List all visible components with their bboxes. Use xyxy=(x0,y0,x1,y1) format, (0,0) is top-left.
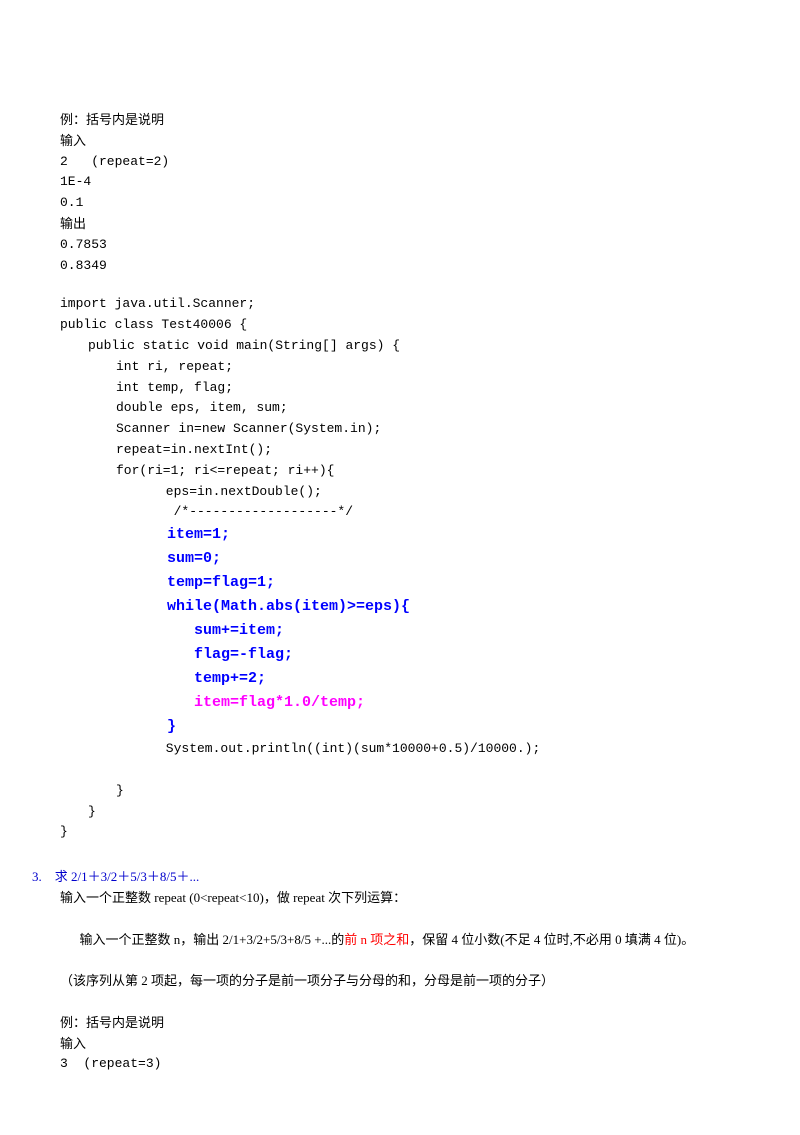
blank-line xyxy=(60,760,740,781)
text-line: 输入一个正整数 repeat (0<repeat<10)，做 repeat 次下… xyxy=(60,888,740,909)
code-line: while(Math.abs(item)>=eps){ xyxy=(60,595,740,619)
code-line: import java.util.Scanner; xyxy=(60,294,740,315)
code-line: eps=in.nextDouble(); xyxy=(60,482,740,503)
text-line: 输入 xyxy=(60,131,740,152)
text-line: 2 (repeat=2) xyxy=(60,152,740,173)
text-line: 0.1 xyxy=(60,193,740,214)
blank-line xyxy=(60,992,740,1013)
code-line: /*-------------------*/ xyxy=(60,502,740,523)
text-span: ，保留 4 位小数(不足 4 位时,不必用 0 填满 4 位)。 xyxy=(409,932,694,947)
text-line: 例：括号内是说明 xyxy=(60,1013,740,1034)
text-line: 0.8349 xyxy=(60,256,740,277)
text-line: 输入一个正整数 n，输出 2/1+3/2+5/3+8/5 +...的前 n 项之… xyxy=(60,909,740,971)
text-line: （该序列从第 2 项起，每一项的分子是前一项分子与分母的和，分母是前一项的分子） xyxy=(60,971,740,992)
code-line: item=flag*1.0/temp; xyxy=(60,691,740,715)
code-line: for(ri=1; ri<=repeat; ri++){ xyxy=(60,461,740,482)
text-line: 输出 xyxy=(60,214,740,235)
code-line: sum=0; xyxy=(60,547,740,571)
code-line: sum+=item; xyxy=(60,619,740,643)
code-line: item=1; xyxy=(60,523,740,547)
code-line: } xyxy=(60,802,740,823)
code-line: temp+=2; xyxy=(60,667,740,691)
code-line: } xyxy=(60,822,740,843)
text-line: 0.7853 xyxy=(60,235,740,256)
code-line: int ri, repeat; xyxy=(60,357,740,378)
section-title: 求 2/1＋3/2＋5/3＋8/5＋... xyxy=(55,869,199,884)
section-header: 3. 求 2/1＋3/2＋5/3＋8/5＋... xyxy=(32,867,740,888)
code-line: public static void main(String[] args) { xyxy=(60,336,740,357)
document-page: 例：括号内是说明 输入 2 (repeat=2) 1E-4 0.1 输出 0.7… xyxy=(0,0,800,1135)
section-number: 3. xyxy=(32,869,42,884)
text-red: 前 n 项之和 xyxy=(344,932,409,947)
code-line: System.out.println((int)(sum*10000+0.5)/… xyxy=(60,739,740,760)
text-line: 例：括号内是说明 xyxy=(60,110,740,131)
code-line: temp=flag=1; xyxy=(60,571,740,595)
example-block: 例：括号内是说明 输入 2 (repeat=2) 1E-4 0.1 输出 0.7… xyxy=(60,110,740,276)
code-line: int temp, flag; xyxy=(60,378,740,399)
text-line: 1E-4 xyxy=(60,172,740,193)
code-line: double eps, item, sum; xyxy=(60,398,740,419)
code-block: import java.util.Scanner; public class T… xyxy=(60,294,740,843)
code-line: flag=-flag; xyxy=(60,643,740,667)
code-line: repeat=in.nextInt(); xyxy=(60,440,740,461)
code-line: } xyxy=(60,715,740,739)
text-line: 输入 xyxy=(60,1034,740,1055)
section-body: 输入一个正整数 repeat (0<repeat<10)，做 repeat 次下… xyxy=(60,888,740,1075)
text-line: 3 (repeat=3) xyxy=(60,1054,740,1075)
text-span: 输入一个正整数 n，输出 2/1+3/2+5/3+8/5 +...的 xyxy=(80,932,345,947)
code-line: Scanner in=new Scanner(System.in); xyxy=(60,419,740,440)
code-line: public class Test40006 { xyxy=(60,315,740,336)
code-line: } xyxy=(60,781,740,802)
